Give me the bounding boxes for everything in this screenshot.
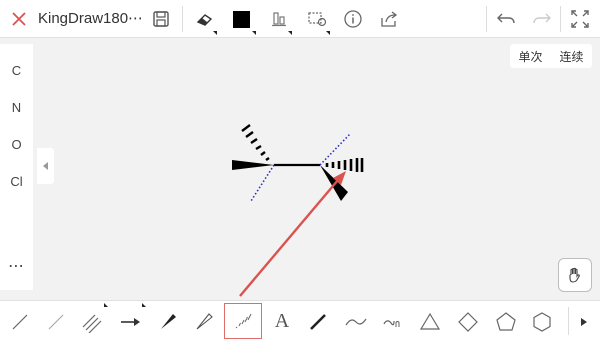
divider bbox=[486, 6, 487, 32]
triangle-tool[interactable] bbox=[412, 301, 448, 341]
more-tools-button[interactable] bbox=[572, 301, 596, 341]
chevron-right-icon bbox=[581, 317, 587, 326]
single-mode-button[interactable]: 单次 bbox=[510, 44, 551, 68]
pointer-arrow bbox=[239, 179, 339, 297]
divider bbox=[568, 307, 569, 335]
panel-collapse-tab[interactable] bbox=[37, 148, 54, 184]
chevron-left-icon bbox=[42, 162, 48, 170]
hexagon-icon bbox=[533, 311, 551, 332]
current-color bbox=[232, 10, 250, 28]
close-icon[interactable] bbox=[6, 0, 32, 38]
dropdown-indicator bbox=[142, 303, 146, 307]
hash-bond-icon bbox=[235, 313, 252, 329]
element-chlorine[interactable]: Cl bbox=[0, 174, 33, 189]
undo-icon[interactable] bbox=[492, 0, 520, 38]
draw-mode-toggle: 单次 连续 bbox=[510, 44, 592, 68]
diamond-icon bbox=[458, 311, 478, 332]
wedge-bond-icon bbox=[161, 313, 176, 329]
more-elements-button[interactable]: ⋯ bbox=[0, 256, 33, 276]
color-swatch[interactable] bbox=[228, 0, 254, 38]
dropdown-indicator bbox=[288, 31, 292, 35]
dropdown-indicator bbox=[252, 31, 256, 35]
light-bond-tool[interactable] bbox=[38, 301, 74, 341]
bold-bond-icon bbox=[310, 313, 326, 330]
fullscreen-icon[interactable] bbox=[566, 0, 594, 38]
hollow-wedge-bond-icon bbox=[196, 312, 213, 329]
single-bond-tool[interactable] bbox=[2, 301, 38, 341]
drawing-canvas[interactable] bbox=[0, 38, 600, 297]
text-tool[interactable]: A bbox=[264, 301, 300, 341]
light-bond-icon bbox=[48, 314, 64, 329]
share-icon[interactable] bbox=[376, 0, 402, 38]
hexagon-tool[interactable] bbox=[524, 301, 560, 341]
hash-bond-tool[interactable] bbox=[224, 303, 262, 339]
wavy-line-icon bbox=[345, 318, 367, 325]
molecule-drawing bbox=[232, 124, 364, 297]
diamond-tool[interactable] bbox=[450, 301, 486, 341]
save-icon[interactable] bbox=[148, 0, 174, 38]
hash-bond bbox=[325, 158, 364, 172]
element-oxygen[interactable]: O bbox=[0, 137, 33, 152]
dropdown-indicator bbox=[213, 31, 217, 35]
pentagon-tool[interactable] bbox=[488, 301, 524, 341]
dropdown-indicator bbox=[326, 31, 330, 35]
dotted-bond bbox=[250, 164, 275, 202]
element-panel: C N O Cl ⋯ bbox=[0, 44, 33, 290]
single-bond-icon bbox=[12, 314, 28, 329]
redo-icon[interactable] bbox=[528, 0, 556, 38]
divider bbox=[560, 6, 561, 32]
text-tool-label: A bbox=[274, 310, 290, 332]
arrow-icon bbox=[121, 317, 140, 326]
element-nitrogen[interactable]: N bbox=[0, 100, 33, 115]
pentagon-icon bbox=[496, 311, 516, 331]
arrow-tool[interactable] bbox=[112, 301, 148, 341]
bottom-toolbar: A bbox=[0, 300, 600, 341]
triple-bond-icon bbox=[82, 314, 102, 333]
hollow-wedge-bond-tool[interactable] bbox=[186, 301, 222, 341]
curved-arrow-icon bbox=[383, 319, 400, 327]
wedge-bond bbox=[232, 160, 274, 170]
bold-bond-tool[interactable] bbox=[300, 301, 336, 341]
triple-bond-tool[interactable] bbox=[74, 301, 110, 341]
element-carbon[interactable]: C bbox=[0, 63, 33, 78]
hash-bond bbox=[241, 124, 270, 161]
hand-icon bbox=[569, 267, 580, 283]
top-toolbar: KingDraw180⋯ bbox=[0, 0, 600, 38]
wavy-line-tool[interactable] bbox=[338, 301, 374, 341]
curved-arrow-tool[interactable] bbox=[376, 301, 412, 341]
triangle-icon bbox=[419, 312, 441, 330]
document-title: KingDraw180⋯ bbox=[38, 10, 144, 27]
dropdown-indicator bbox=[104, 303, 108, 307]
pan-hand-button[interactable] bbox=[558, 258, 592, 292]
info-icon[interactable] bbox=[340, 0, 366, 38]
wedge-bond-tool[interactable] bbox=[150, 301, 186, 341]
continuous-mode-button[interactable]: 连续 bbox=[551, 44, 592, 68]
divider bbox=[182, 6, 183, 32]
